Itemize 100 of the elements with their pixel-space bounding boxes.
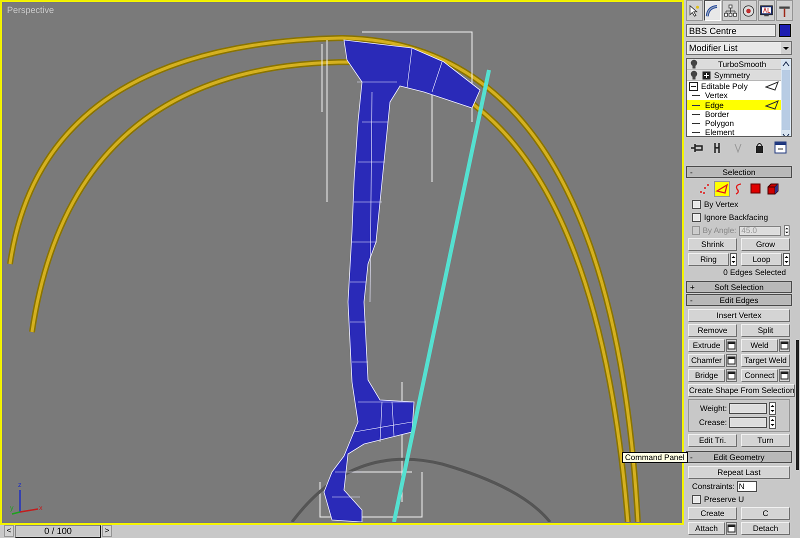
panel-tab[interactable] bbox=[776, 0, 793, 21]
subobject-element-button[interactable] bbox=[765, 181, 781, 197]
stack-item[interactable]: Symmetry bbox=[687, 70, 781, 82]
tool-button[interactable]: Remove bbox=[688, 324, 737, 337]
axis-gizmo-icon bbox=[12, 490, 38, 515]
stack-subitem[interactable]: Border bbox=[687, 110, 781, 120]
stack-item[interactable]: Editable Poly bbox=[687, 81, 781, 92]
rollout-title: Edit Edges bbox=[718, 296, 760, 304]
checkbox-label: By Angle: bbox=[702, 226, 736, 235]
spinner-icon[interactable] bbox=[783, 253, 790, 266]
checkbox-label: Preserve U bbox=[704, 495, 744, 504]
value-field[interactable] bbox=[729, 417, 767, 428]
tool-button[interactable]: Create Shape From Selection bbox=[688, 384, 796, 397]
field-label: Constraints: bbox=[692, 482, 735, 491]
checkbox-label: By Vertex bbox=[704, 200, 738, 209]
rollout-title: Edit Geometry bbox=[712, 452, 766, 462]
spinner-icon[interactable] bbox=[769, 402, 776, 415]
panel-tab[interactable] bbox=[740, 0, 757, 21]
next-frame-button[interactable]: > bbox=[102, 525, 112, 537]
constraints-dropdown[interactable]: N bbox=[736, 481, 757, 492]
object-name-field[interactable]: BBS Centre bbox=[686, 24, 776, 37]
rollout-toggle: - bbox=[690, 168, 700, 176]
stack-subitem[interactable]: Element bbox=[687, 128, 781, 136]
spinner-icon[interactable] bbox=[769, 416, 776, 429]
selection-status: 0 Edges Selected bbox=[722, 268, 787, 277]
field-label: Weight: bbox=[699, 404, 727, 413]
tool-button[interactable]: Shrink bbox=[688, 238, 737, 251]
tool-button[interactable]: Attach bbox=[688, 522, 725, 535]
tool-button[interactable]: Split bbox=[741, 324, 790, 337]
tool-button[interactable]: Weld bbox=[741, 339, 778, 352]
scrollbar[interactable] bbox=[781, 59, 791, 136]
panel-tab[interactable] bbox=[722, 0, 739, 21]
checkbox[interactable] bbox=[692, 213, 701, 222]
stack-item[interactable]: TurboSmooth bbox=[687, 59, 781, 70]
modifier-list-dropdown[interactable]: Modifier List bbox=[686, 41, 792, 56]
tool-button[interactable]: Turn bbox=[741, 434, 790, 447]
rollout-header[interactable]: - Edit Edges bbox=[686, 294, 792, 306]
edge-mode-icon bbox=[765, 81, 779, 92]
square-icon bbox=[749, 182, 763, 196]
checkbox[interactable] bbox=[692, 200, 701, 209]
field-label: Crease: bbox=[698, 418, 727, 427]
tool-button[interactable]: Ring bbox=[688, 253, 729, 266]
rollout-toggle: - bbox=[690, 296, 700, 304]
stack-label: Element bbox=[705, 128, 736, 136]
stack-subitem[interactable]: Polygon bbox=[687, 119, 781, 128]
cube-icon bbox=[766, 182, 780, 196]
rollout-title: Selection bbox=[722, 168, 756, 176]
stack-label: Editable Poly bbox=[701, 82, 749, 91]
stack-label: TurboSmooth bbox=[718, 60, 766, 69]
collapse-icon[interactable] bbox=[689, 82, 698, 91]
tool-button[interactable]: Create bbox=[688, 507, 737, 520]
tool-button[interactable]: Chamfer bbox=[688, 354, 725, 367]
tool-button[interactable]: Target Weld bbox=[741, 354, 790, 367]
tool-button[interactable]: Detach bbox=[741, 522, 790, 535]
modifier-stack[interactable]: TurboSmooth Symmetry Editable Poly Vertex Edge Border Polygon Element bbox=[686, 58, 792, 137]
checkbox[interactable] bbox=[692, 495, 701, 504]
settings-icon[interactable] bbox=[726, 522, 737, 535]
spinner-icon[interactable] bbox=[784, 224, 790, 237]
stack-label: Edge bbox=[705, 100, 725, 110]
panel-tab[interactable] bbox=[704, 0, 721, 21]
value-field[interactable] bbox=[729, 403, 767, 414]
rollout-header[interactable]: - Edit Geometry bbox=[686, 451, 792, 463]
previous-frame-button[interactable]: < bbox=[4, 525, 14, 537]
subobject-edge-button[interactable] bbox=[714, 181, 730, 197]
settings-icon[interactable] bbox=[726, 339, 737, 352]
light-bulb-icon bbox=[689, 59, 699, 70]
tool-button[interactable]: Grow bbox=[741, 238, 790, 251]
tool-button[interactable]: C bbox=[741, 507, 790, 520]
stack-label: Polygon bbox=[705, 119, 735, 128]
rollout-header[interactable]: - Selection bbox=[686, 166, 792, 178]
stack-label: Vertex bbox=[705, 91, 729, 100]
settings-icon[interactable] bbox=[726, 354, 737, 367]
tool-button[interactable]: Bridge bbox=[688, 369, 725, 382]
spinner-icon[interactable] bbox=[730, 253, 737, 266]
settings-icon[interactable] bbox=[726, 369, 737, 382]
rollout-toggle: + bbox=[690, 282, 700, 292]
light-bulb-icon bbox=[689, 70, 699, 80]
stack-subitem[interactable]: Vertex bbox=[687, 91, 781, 100]
panel-tab[interactable] bbox=[686, 0, 703, 21]
tool-button[interactable]: Extrude bbox=[688, 339, 725, 352]
object-color-swatch[interactable] bbox=[779, 24, 791, 37]
expand-icon[interactable] bbox=[702, 70, 711, 80]
rollout-toggle: - bbox=[690, 452, 700, 462]
settings-icon[interactable] bbox=[779, 369, 790, 382]
checkbox-label: Ignore Backfacing bbox=[704, 213, 768, 222]
time-slider-thumb[interactable]: 0 / 100 bbox=[15, 525, 101, 538]
tool-button[interactable]: Edit Tri. bbox=[688, 434, 737, 447]
panel-tab[interactable] bbox=[758, 0, 775, 21]
settings-icon[interactable] bbox=[779, 339, 790, 352]
tool-button[interactable]: Connect bbox=[741, 369, 778, 382]
tool-button[interactable]: Insert Vertex bbox=[688, 309, 790, 322]
stack-label: Symmetry bbox=[714, 70, 750, 80]
tool-button[interactable]: Repeat Last bbox=[688, 466, 790, 479]
tooltip: Command Panel bbox=[622, 452, 688, 463]
stack-subitem[interactable]: Edge bbox=[687, 100, 781, 110]
dropdown-value: Modifier List bbox=[689, 43, 738, 54]
tool-button[interactable]: Loop bbox=[741, 253, 782, 266]
stack-label: Border bbox=[705, 110, 730, 120]
rollout-header[interactable]: + Soft Selection bbox=[686, 281, 792, 293]
configure-icon[interactable] bbox=[773, 140, 788, 155]
